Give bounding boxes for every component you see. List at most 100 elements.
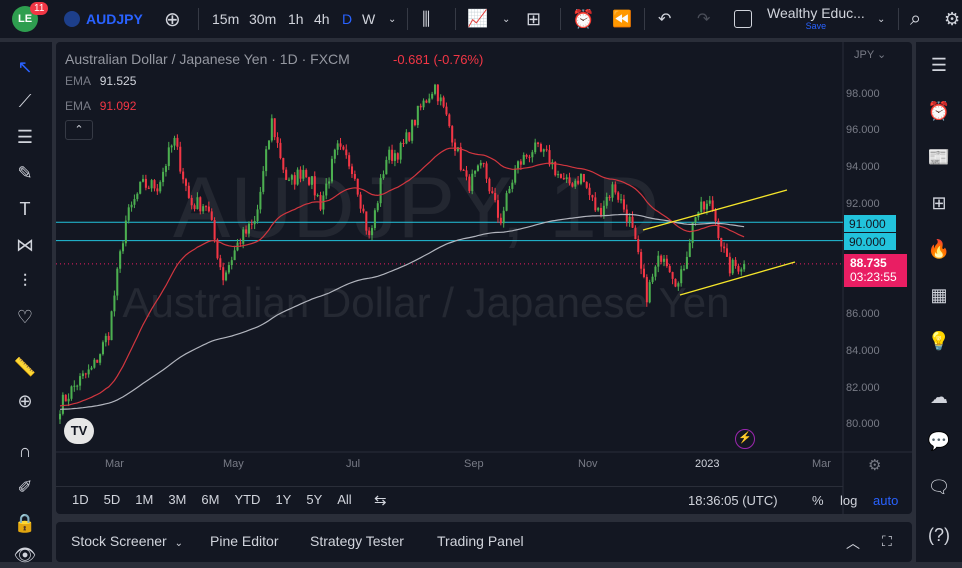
layouts-grid-icon[interactable]: ⊞	[526, 0, 541, 38]
lock-icon[interactable]: 🔒	[12, 510, 38, 536]
auto-toggle[interactable]: auto	[873, 493, 898, 508]
compare-plus-icon[interactable]: ⊕	[164, 0, 181, 38]
lock-drawing-icon[interactable]: ✐	[12, 474, 38, 500]
text-icon[interactable]: T	[12, 196, 38, 222]
candle-body	[413, 119, 417, 126]
undo-icon[interactable]: ↶	[658, 0, 671, 38]
candle-body	[634, 227, 637, 240]
symbol-search[interactable]: AUDJPY	[64, 0, 143, 38]
interval-d[interactable]: D	[342, 0, 352, 38]
candle-body	[187, 185, 190, 198]
candle-body	[519, 161, 522, 165]
log-toggle[interactable]: log	[840, 493, 857, 508]
candle-body	[642, 268, 646, 278]
alert-icon[interactable]: ⏰	[572, 0, 594, 38]
candle-body	[302, 170, 305, 179]
watchlist-icon[interactable]: ☰	[926, 52, 952, 78]
cursor-icon[interactable]: ↖	[12, 54, 38, 80]
percent-toggle[interactable]: %	[812, 493, 824, 508]
interval-w[interactable]: W	[362, 0, 375, 38]
ema-legend-1[interactable]: EMA 91.525	[65, 74, 136, 88]
redo-icon[interactable]: ↷	[697, 0, 710, 38]
range-6m[interactable]: 6M	[201, 492, 219, 507]
layout-name-button[interactable]: Wealthy Educ... Save	[767, 0, 865, 38]
candle-body	[731, 259, 734, 274]
tradingview-logo[interactable]: TV	[64, 418, 94, 444]
add-list-icon[interactable]: ⊞	[926, 190, 952, 216]
interval-1h[interactable]: 1h	[288, 0, 304, 38]
candle-body	[433, 84, 437, 94]
candle-body	[725, 248, 729, 257]
search-icon[interactable]: ⌕	[910, 0, 921, 38]
axis-settings-gear-icon[interactable]: ⚙	[868, 456, 881, 474]
layout-icon[interactable]	[734, 0, 752, 38]
chart-pane[interactable]: AUDJPY, 1D Australian Dollar / Japanese …	[56, 42, 912, 514]
tab-pine-editor[interactable]: Pine Editor	[210, 533, 278, 549]
date-range-icon[interactable]: ⇆	[374, 491, 387, 509]
layout-chevron-icon[interactable]: ⌄	[877, 0, 885, 38]
prediction-icon[interactable]: ⫶	[12, 268, 38, 294]
currency-selector[interactable]: JPY ⌄	[854, 48, 886, 61]
tab-stock-screener[interactable]: Stock Screener ⌄	[71, 533, 183, 549]
interval-4h[interactable]: 4h	[314, 0, 330, 38]
maximize-icon[interactable]: ⛶	[882, 533, 892, 550]
candle-body	[333, 149, 336, 159]
event-lightning-icon[interactable]: ⚡	[735, 429, 755, 449]
range-3m[interactable]: 3M	[168, 492, 186, 507]
candle-body	[479, 162, 482, 166]
range-1d[interactable]: 1D	[72, 492, 89, 507]
clock[interactable]: 18:36:05 (UTC)	[688, 493, 778, 508]
candle-body	[328, 181, 331, 184]
tab-strategy-tester[interactable]: Strategy Tester	[310, 533, 404, 549]
candle-body	[330, 158, 333, 182]
ruler-icon[interactable]: 📏	[12, 354, 38, 380]
candle-body	[625, 209, 628, 222]
replay-icon[interactable]: ⏪	[612, 0, 632, 38]
candle-body	[276, 137, 279, 143]
tab-trading-panel[interactable]: Trading Panel	[437, 533, 524, 549]
candle-body	[691, 222, 694, 243]
news-icon[interactable]: 📰	[926, 144, 952, 170]
range-all[interactable]: All	[337, 492, 351, 507]
candle-body	[336, 143, 339, 150]
intervals-chevron-icon[interactable]: ⌄	[388, 0, 396, 38]
chat-icon[interactable]: 💬	[926, 428, 952, 454]
range-1m[interactable]: 1M	[135, 492, 153, 507]
alarm-clock-icon[interactable]: ⏰	[926, 98, 952, 124]
price-chart[interactable]: AUDJPY, 1D Australian Dollar / Japanese …	[56, 42, 912, 514]
interval-15m[interactable]: 15m	[212, 0, 239, 38]
trend-line-icon[interactable]: ⟋	[12, 88, 38, 114]
messages-icon[interactable]: 🗨	[926, 474, 952, 500]
candle-body	[253, 221, 256, 225]
range-5d[interactable]: 5D	[104, 492, 121, 507]
calendar-icon[interactable]: ▦	[926, 282, 952, 308]
range-5y[interactable]: 5Y	[306, 492, 322, 507]
hotlist-fire-icon[interactable]: 🔥	[926, 236, 952, 262]
range-1y[interactable]: 1Y	[275, 492, 291, 507]
fib-icon[interactable]: ☰	[12, 124, 38, 150]
price-change: -0.681 (-0.76%)	[393, 52, 484, 67]
range-ytd[interactable]: YTD	[234, 492, 260, 507]
candle-body	[494, 193, 497, 201]
ema-legend-2[interactable]: EMA 91.092	[65, 99, 136, 113]
logo-button[interactable]: LE 11	[12, 0, 49, 38]
favorites-heart-icon[interactable]: ♡	[12, 304, 38, 330]
settings-gear-icon[interactable]: ⚙	[944, 0, 960, 38]
zoom-in-icon[interactable]: ⊕	[12, 388, 38, 414]
interval-30m[interactable]: 30m	[249, 0, 276, 38]
indicators-icon[interactable]: 📈	[467, 0, 488, 38]
candle-body	[270, 118, 273, 141]
collapse-panel-icon[interactable]: ︿	[846, 533, 860, 553]
candle-body	[562, 177, 565, 180]
cloud-icon[interactable]: ☁	[926, 384, 952, 410]
candles-icon[interactable]: ⫼	[422, 0, 430, 38]
candle-body	[425, 100, 428, 103]
help-icon[interactable]: (?)	[926, 522, 952, 548]
magnet-icon[interactable]: ∩	[12, 438, 38, 464]
collapse-legend-button[interactable]: ⌃	[65, 120, 93, 140]
indicators-chevron-icon[interactable]: ⌄	[502, 0, 510, 38]
pattern-icon[interactable]: ⋈	[12, 232, 38, 258]
brush-icon[interactable]: ✎	[12, 160, 38, 186]
eye-icon[interactable]: 👁	[12, 542, 38, 568]
ideas-bulb-icon[interactable]: 💡	[926, 328, 952, 354]
